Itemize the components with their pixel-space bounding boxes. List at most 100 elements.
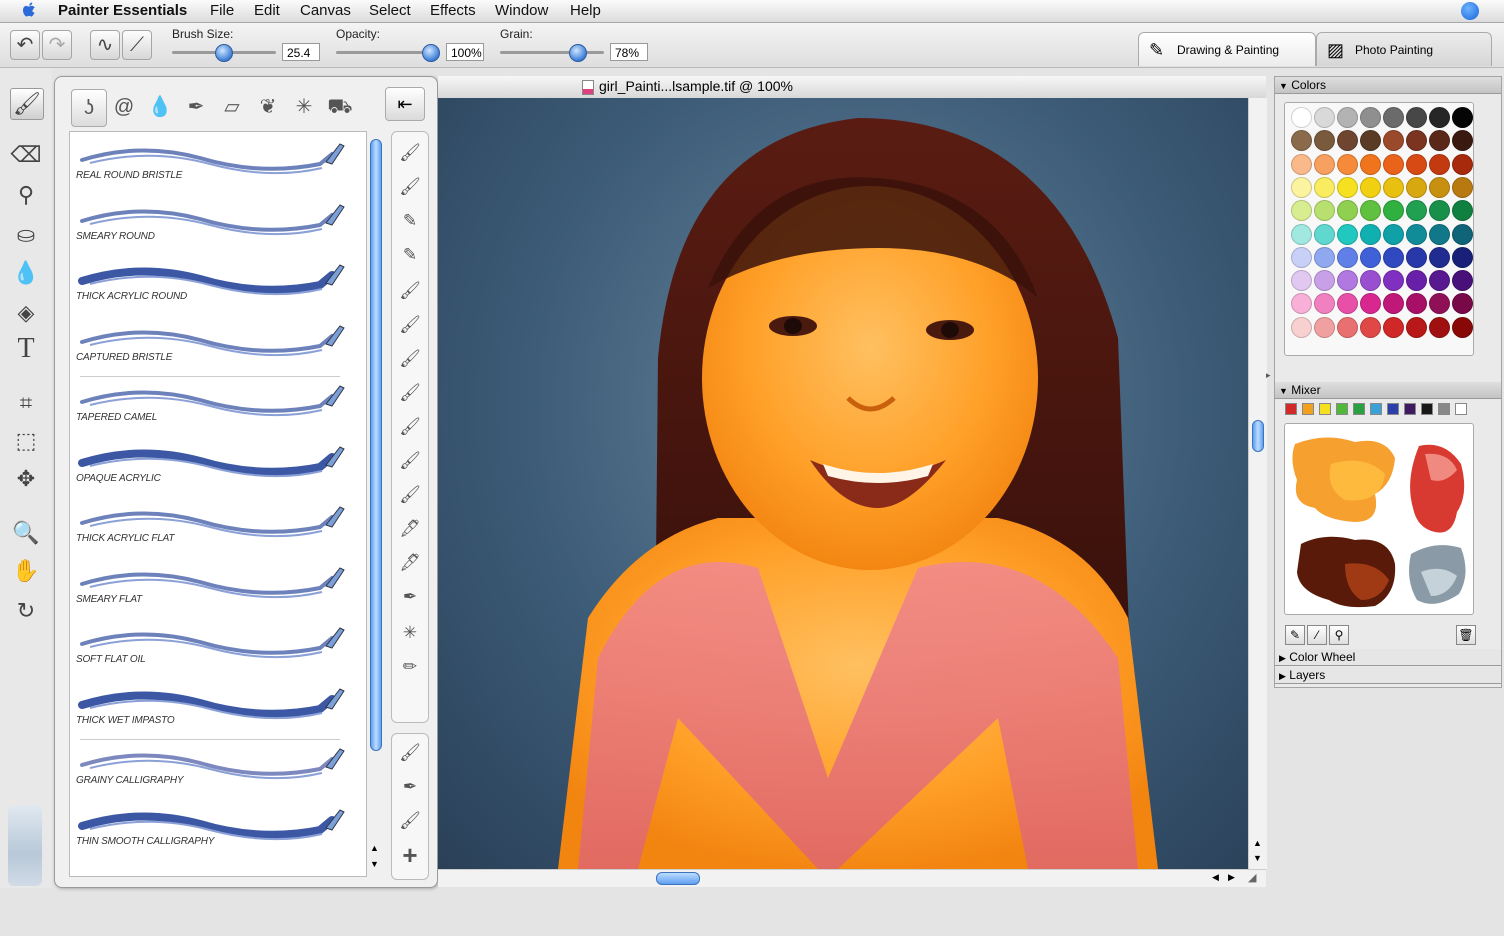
rotate-page-tool-icon[interactable]: ↻ [10, 596, 42, 626]
text-tool-icon[interactable]: T [10, 334, 42, 364]
watercolor-category-icon[interactable]: 💧 [143, 89, 177, 125]
brush-variant-item[interactable]: SMEARY FLAT [70, 560, 366, 620]
grabber-hand-tool-icon[interactable]: ✋ [10, 556, 42, 586]
painting-canvas[interactable] [438, 98, 1248, 869]
color-swatch[interactable] [1360, 107, 1381, 128]
color-swatch[interactable] [1314, 130, 1335, 152]
color-swatch[interactable] [1383, 246, 1404, 268]
brush-variant-item[interactable]: THIN SMOOTH CALLIGRAPHY [70, 802, 366, 862]
color-swatch[interactable] [1383, 316, 1404, 338]
tab-photo-painting[interactable]: ▨ Photo Painting [1316, 32, 1492, 66]
chalk-category-icon[interactable]: ▱ [215, 89, 249, 125]
color-swatch[interactable] [1291, 223, 1312, 245]
dab-9-icon[interactable]: 🖌 [398, 414, 422, 440]
color-swatch[interactable] [1337, 107, 1358, 128]
opacity-slider-thumb[interactable] [422, 44, 440, 62]
color-swatch[interactable] [1360, 153, 1381, 175]
mixer-strip-swatch[interactable] [1370, 403, 1382, 415]
color-swatch[interactable] [1314, 107, 1335, 128]
mixer-sample-multiple-icon[interactable]: ⚲ [1329, 625, 1349, 645]
color-swatch[interactable] [1337, 130, 1358, 152]
mixer-strip-swatch[interactable] [1404, 403, 1416, 415]
brush-variant-item[interactable]: CAPTURED BRISTLE [70, 318, 366, 378]
color-swatch[interactable] [1383, 107, 1404, 128]
mixer-clear-trash-icon[interactable]: 🗑 [1456, 625, 1476, 645]
move-tool-icon[interactable]: ✥ [10, 464, 42, 494]
recent-brush-3-icon[interactable]: 🖌 [398, 808, 422, 834]
color-swatch[interactable] [1291, 293, 1312, 315]
color-swatch[interactable] [1406, 270, 1427, 292]
color-swatch[interactable] [1452, 130, 1473, 152]
brush-size-field[interactable]: 25.4 [282, 43, 320, 61]
canvas-vertical-scroll-thumb[interactable] [1252, 420, 1264, 452]
dodge-tool-icon[interactable]: ⚲ [10, 180, 42, 210]
color-swatch[interactable] [1360, 316, 1381, 338]
mixer-strip-swatch[interactable] [1302, 403, 1314, 415]
color-swatch[interactable] [1383, 176, 1404, 198]
resize-grip-icon[interactable]: ◢ [1248, 871, 1256, 884]
app-menu[interactable]: Painter Essentials [58, 2, 187, 19]
color-swatch[interactable] [1291, 107, 1312, 128]
color-swatch[interactable] [1291, 270, 1312, 292]
color-swatch[interactable] [1406, 200, 1427, 222]
blenders-category-icon[interactable]: @ [107, 89, 141, 125]
color-swatch[interactable] [1406, 316, 1427, 338]
canvas-scroll-left-icon[interactable]: ◀ [1212, 872, 1219, 883]
brush-variant-item[interactable]: SMEARY ROUND [70, 197, 366, 257]
mixer-strip-swatch[interactable] [1353, 403, 1365, 415]
dab-5-icon[interactable]: 🖌 [398, 278, 422, 304]
canvas-horizontal-scrollbar[interactable]: ◀ ▶ ◢ [438, 869, 1266, 887]
brush-tool-icon[interactable]: 🖌 [10, 88, 44, 120]
grain-slider-thumb[interactable] [569, 44, 587, 62]
mixer-dropper-icon[interactable]: ⁄ [1307, 625, 1327, 645]
color-swatch[interactable] [1383, 223, 1404, 245]
clone-stamp-tool-icon[interactable]: ⛀ [10, 220, 42, 250]
color-swatch[interactable] [1452, 270, 1473, 292]
color-swatch[interactable] [1291, 316, 1312, 338]
menu-effects[interactable]: Effects [430, 2, 476, 19]
brush-variant-item[interactable]: THICK WET IMPASTO [70, 681, 366, 741]
color-swatch[interactable] [1337, 176, 1358, 198]
color-swatch[interactable] [1337, 223, 1358, 245]
color-swatch[interactable] [1406, 107, 1427, 128]
color-swatch[interactable] [1337, 200, 1358, 222]
scroll-down-arrow-icon[interactable]: ▼ [370, 859, 379, 869]
dab-14-icon[interactable]: ✒ [398, 584, 422, 610]
color-swatch[interactable] [1429, 246, 1450, 268]
color-swatch[interactable] [1452, 176, 1473, 198]
canvas-scroll-down-icon[interactable]: ▼ [1253, 853, 1262, 863]
menu-window[interactable]: Window [495, 2, 548, 19]
canvas-vertical-scrollbar[interactable]: ▲ ▼ [1248, 98, 1267, 869]
menu-canvas[interactable]: Canvas [300, 2, 351, 19]
color-swatch[interactable] [1429, 200, 1450, 222]
color-swatch[interactable] [1429, 130, 1450, 152]
color-swatch[interactable] [1360, 246, 1381, 268]
brush-variant-item[interactable]: THICK ACRYLIC FLAT [70, 499, 366, 559]
color-swatch[interactable] [1383, 200, 1404, 222]
redo-button[interactable]: ↷ [42, 30, 72, 60]
dab-10-icon[interactable]: 🖌 [398, 448, 422, 474]
image-hose-category-icon[interactable]: ⛟ [323, 89, 357, 125]
dab-1-icon[interactable]: 🖌 [398, 140, 422, 166]
recent-brush-1-icon[interactable]: 🖌 [398, 740, 422, 766]
dab-4-icon[interactable]: ✎ [398, 242, 422, 268]
collapse-panel-button[interactable]: ⇤ [385, 87, 425, 121]
rectangular-selection-tool-icon[interactable]: ⬚ [10, 426, 42, 456]
mixer-pad[interactable] [1284, 423, 1474, 615]
color-swatch[interactable] [1452, 293, 1473, 315]
color-swatch[interactable] [1337, 270, 1358, 292]
brush-variant-item[interactable]: OPAQUE ACRYLIC [70, 439, 366, 499]
dab-2-icon[interactable]: 🖌 [398, 174, 422, 200]
brush-size-slider-thumb[interactable] [215, 44, 233, 62]
brush-variant-item[interactable]: TAPERED CAMEL [70, 378, 366, 438]
color-swatch[interactable] [1337, 246, 1358, 268]
color-swatch[interactable] [1383, 130, 1404, 152]
mixer-strip-swatch[interactable] [1336, 403, 1348, 415]
grain-field[interactable]: 78% [610, 43, 648, 61]
spotlight-search-icon[interactable] [1461, 2, 1479, 20]
color-swatch[interactable] [1337, 153, 1358, 175]
dab-13-icon[interactable]: 🖋 [398, 550, 422, 576]
current-color-swatch[interactable] [8, 806, 42, 886]
dab-15-icon[interactable]: ✳ [398, 620, 422, 646]
color-swatch[interactable] [1452, 153, 1473, 175]
